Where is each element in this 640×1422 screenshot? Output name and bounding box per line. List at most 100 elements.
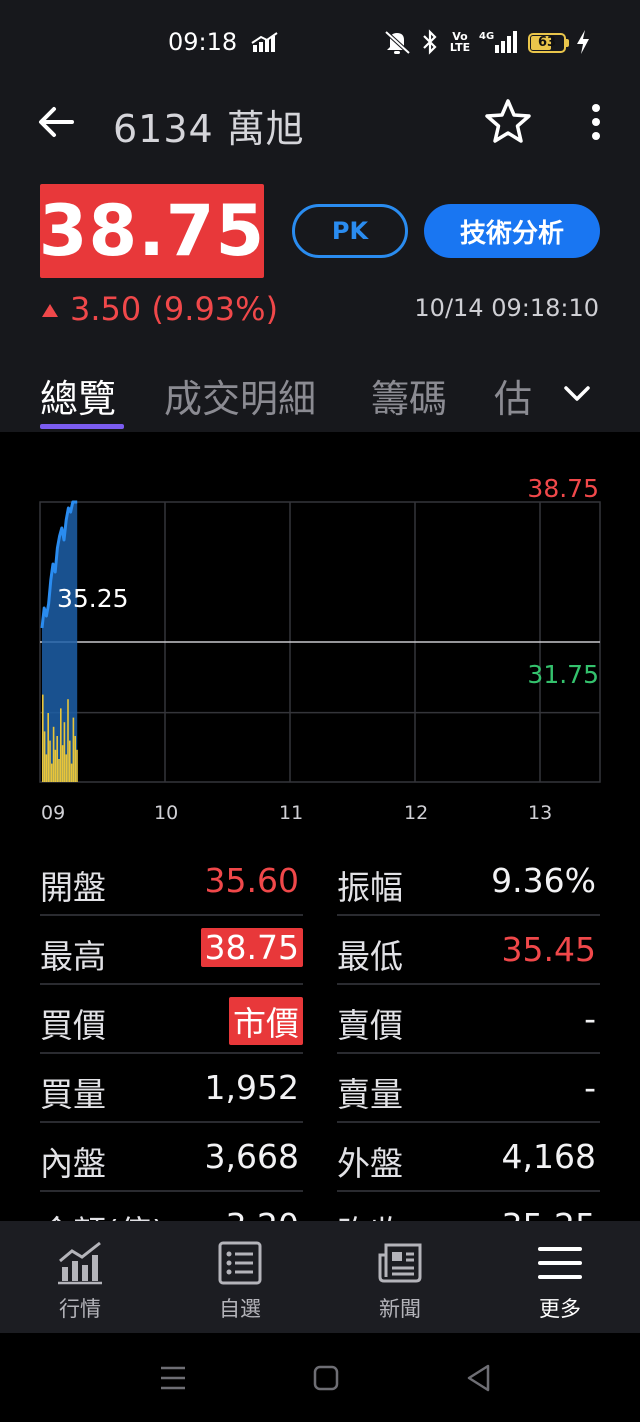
bluetooth-icon — [418, 28, 442, 56]
nav-label: 新聞 — [379, 1297, 421, 1321]
tab-bar: 總覽 成交明細 籌碼 估 — [0, 362, 640, 432]
newspaper-icon — [376, 1241, 424, 1285]
stat-label: 買價 — [40, 1006, 106, 1045]
stats-row: 內盤 3,668 外盤 4,168 — [40, 1123, 600, 1192]
volte-icon: Vo LTE — [449, 30, 471, 54]
data-activity-icon — [250, 28, 280, 56]
back-triangle-icon[interactable] — [462, 1361, 496, 1395]
stat-label: 賣量 — [337, 1075, 403, 1114]
volume-bar — [56, 736, 58, 782]
stat-label: 最低 — [337, 937, 403, 976]
stat-label: 買量 — [40, 1075, 106, 1114]
signal-icon: 4G — [476, 28, 520, 56]
volume-bar — [47, 713, 49, 782]
stat-low: 最低 35.45 — [337, 916, 600, 985]
volume-bar — [60, 708, 62, 782]
list-icon — [216, 1241, 264, 1285]
charging-icon — [574, 28, 592, 56]
recent-apps-icon[interactable] — [156, 1361, 190, 1395]
stat-ask-volume: 賣量 - — [337, 1054, 600, 1123]
nav-watchlist[interactable]: 自選 — [160, 1221, 320, 1333]
chart-high-label: 38.75 — [527, 474, 599, 503]
status-bar: 09:18 Vo LTE 4G 63 — [0, 20, 640, 64]
stat-value: 35.60 — [204, 861, 299, 900]
quote-timestamp: 10/14 09:18:10 — [414, 294, 599, 322]
stat-open: 開盤 35.60 — [40, 847, 303, 916]
market-chart-icon — [56, 1241, 104, 1285]
stats-row: 金額(億) 3.20 昨收 35.25 — [40, 1192, 600, 1222]
stat-label: 開盤 — [40, 868, 106, 907]
stat-value: - — [584, 1068, 596, 1107]
stats-row: 買量 1,952 賣量 - — [40, 1054, 600, 1123]
technical-analysis-button[interactable]: 技術分析 — [424, 204, 600, 258]
pk-button[interactable]: PK — [292, 204, 408, 258]
nav-news[interactable]: 新聞 — [320, 1221, 480, 1333]
volume-bar — [58, 759, 60, 782]
stat-label: 昨收 — [337, 1206, 403, 1222]
price-change: 3.50 (9.93%) — [42, 290, 278, 328]
price-change-value: 3.50 (9.93%) — [70, 290, 279, 328]
nav-market[interactable]: 行情 — [0, 1221, 160, 1333]
menu-icon — [536, 1241, 584, 1285]
volume-bar — [63, 722, 66, 782]
stats-row: 最高 38.75 最低 35.45 — [40, 916, 600, 985]
volume-bar — [45, 754, 48, 782]
volume-bar — [54, 749, 57, 782]
volume-bar — [51, 763, 53, 782]
chevron-down-icon[interactable] — [560, 376, 594, 410]
stat-value: 1,952 — [204, 1068, 299, 1107]
bottom-nav: 行情 自選 新聞 更多 — [0, 1221, 640, 1333]
stat-prev-close: 昨收 35.25 — [337, 1192, 600, 1222]
stat-outer: 外盤 4,168 — [337, 1123, 600, 1192]
x-tick-13: 13 — [528, 802, 553, 824]
battery-icon: 63 — [528, 33, 566, 53]
stat-inner: 內盤 3,668 — [40, 1123, 303, 1192]
stat-label: 最高 — [40, 937, 106, 976]
stat-label: 金額(億) — [40, 1206, 165, 1222]
stat-label: 外盤 — [337, 1144, 403, 1183]
active-tab-indicator — [40, 424, 124, 429]
system-nav-bar — [0, 1333, 640, 1422]
stats-row: 開盤 35.60 振幅 9.36% — [40, 847, 600, 916]
nav-label: 行情 — [59, 1297, 101, 1321]
intraday-chart[interactable]: 38.75 35.25 31.75 09 10 11 12 13 — [0, 432, 640, 832]
stat-value: 38.75 — [200, 928, 303, 967]
back-arrow-icon[interactable] — [34, 100, 78, 144]
stat-value: 35.45 — [501, 930, 596, 969]
stats-grid: 開盤 35.60 振幅 9.36% 最高 38.75 最低 35.45 買價 市… — [40, 847, 600, 1222]
nav-label: 自選 — [219, 1297, 261, 1321]
stat-value: 9.36% — [491, 861, 596, 900]
favorite-star-icon[interactable] — [482, 96, 534, 148]
stat-value: 市價 — [229, 997, 303, 1045]
stat-high: 最高 38.75 — [40, 916, 303, 985]
stat-value: - — [584, 999, 596, 1038]
x-tick-12: 12 — [404, 802, 429, 824]
battery-tip — [566, 39, 569, 47]
nav-more[interactable]: 更多 — [480, 1221, 640, 1333]
volume-bar — [67, 699, 69, 782]
volume-bar — [69, 740, 71, 782]
volume-bar — [74, 736, 76, 782]
page-title: 6134 萬旭 — [113, 107, 305, 151]
up-triangle-icon — [42, 303, 58, 317]
stat-value: 4,168 — [501, 1137, 596, 1176]
volume-bar — [70, 763, 73, 782]
tab-trade-details[interactable]: 成交明細 — [164, 368, 316, 423]
tab-chips[interactable]: 籌碼 — [371, 368, 447, 423]
x-tick-11: 11 — [279, 802, 304, 824]
volume-bar — [52, 726, 55, 782]
more-vertical-icon[interactable] — [582, 100, 610, 144]
volume-bar — [43, 731, 46, 782]
status-time: 09:18 — [168, 28, 238, 56]
current-price: 38.75 — [39, 184, 264, 278]
volume-bar — [65, 754, 67, 782]
stat-bid-volume: 買量 1,952 — [40, 1054, 303, 1123]
home-icon[interactable] — [309, 1361, 343, 1395]
volume-bar — [72, 717, 75, 782]
stat-label: 內盤 — [40, 1144, 106, 1183]
tab-valuation[interactable]: 估 — [494, 368, 532, 423]
volume-bar — [42, 694, 44, 782]
chart-low-label: 31.75 — [527, 660, 599, 689]
stat-amount: 金額(億) 3.20 — [40, 1192, 303, 1222]
tab-overview[interactable]: 總覽 — [40, 368, 116, 423]
